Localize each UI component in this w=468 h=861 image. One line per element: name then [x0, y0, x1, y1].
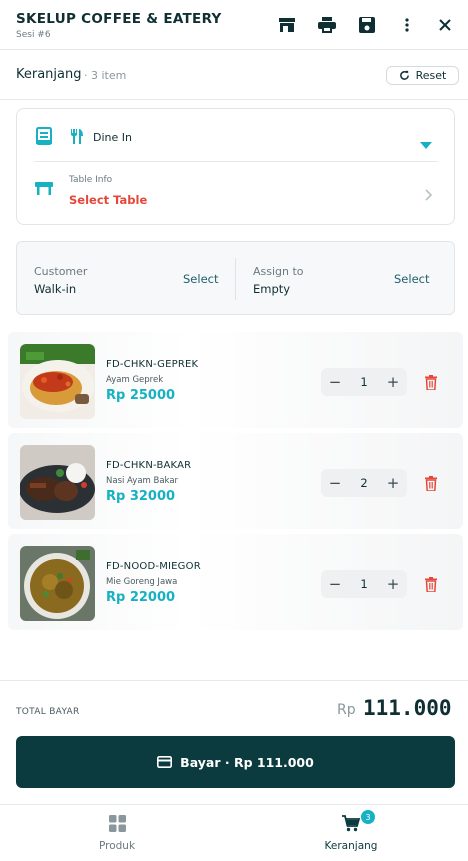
cart-item: FD-NOOD-MIEGOR Mie Goreng Jawa Rp 22000 …	[8, 534, 463, 630]
assign-to-value: Empty	[253, 282, 291, 296]
item-name: Ayam Geprek	[106, 375, 164, 385]
dine-type-label: Dine In	[93, 131, 132, 144]
cart-item: FD-CHKN-BAKAR Nasi Ayam Bakar Rp 32000 −…	[8, 433, 463, 529]
total-divider	[0, 680, 468, 681]
item-price: Rp 32000	[106, 489, 176, 504]
item-name: Mie Goreng Jawa	[106, 577, 178, 587]
cart-icon	[234, 815, 468, 835]
bottom-nav: Produk 3 Keranjang	[0, 804, 468, 861]
order-type-card: Dine In Table Info Select Table	[16, 108, 455, 225]
item-name: Nasi Ayam Bakar	[106, 476, 179, 486]
table-icon	[35, 180, 53, 200]
cart-item: FD-CHKN-GEPREK Ayam Geprek Rp 25000 − 1 …	[8, 332, 463, 428]
brand-title: SKELUP COFFEE & EATERY	[16, 11, 222, 27]
decrease-quantity-button[interactable]: −	[321, 469, 349, 497]
item-image	[20, 546, 95, 621]
quantity-stepper: − 1 +	[321, 368, 407, 396]
trash-icon[interactable]	[422, 372, 440, 392]
item-image	[20, 344, 95, 419]
decrease-quantity-button[interactable]: −	[321, 570, 349, 598]
save-icon[interactable]	[356, 14, 378, 36]
dine-type-dropdown[interactable]: Dine In	[17, 109, 454, 161]
item-quantity: 1	[360, 577, 368, 591]
nav-label-produk: Produk	[98, 840, 136, 852]
assign-to-label: Assign to	[253, 265, 304, 278]
receipt-icon	[36, 127, 52, 149]
trash-icon[interactable]	[422, 574, 440, 594]
nav-item-produk[interactable]: Produk	[0, 805, 234, 861]
assign-select-button[interactable]: Select	[394, 272, 429, 286]
item-sku: FD-NOOD-MIEGOR	[106, 561, 201, 572]
store-icon[interactable]	[276, 14, 298, 36]
credit-card-icon	[157, 756, 173, 768]
item-price: Rp 25000	[106, 388, 176, 403]
item-quantity: 2	[360, 476, 368, 490]
table-info-label: Table Info	[69, 175, 113, 185]
pay-button[interactable]: Bayar · Rp 111.000	[16, 736, 455, 788]
item-sku: FD-CHKN-BAKAR	[106, 460, 192, 471]
chevron-right-icon	[425, 186, 433, 205]
select-table-label: Select Table	[69, 193, 148, 207]
assign-divider	[235, 258, 236, 300]
close-icon[interactable]	[434, 14, 456, 36]
table-select-row[interactable]: Table Info Select Table	[17, 162, 454, 224]
customer-label: Customer	[34, 265, 88, 278]
increase-quantity-button[interactable]: +	[379, 570, 407, 598]
grid-icon	[0, 815, 234, 835]
item-price: Rp 22000	[106, 590, 176, 605]
reset-label: Reset	[415, 69, 447, 82]
session-label: Sesi #6	[16, 30, 51, 40]
app-header: SKELUP COFFEE & EATERY Sesi #6	[0, 0, 468, 50]
chevron-down-icon	[420, 134, 432, 153]
cart-badge: 3	[361, 810, 375, 824]
cart-item-count: · 3 item	[84, 69, 127, 82]
increase-quantity-button[interactable]: +	[379, 368, 407, 396]
item-quantity: 1	[360, 375, 368, 389]
quantity-stepper: − 1 +	[321, 570, 407, 598]
refresh-icon	[399, 70, 410, 81]
decrease-quantity-button[interactable]: −	[321, 368, 349, 396]
customer-select-button[interactable]: Select	[183, 272, 218, 286]
item-sku: FD-CHKN-GEPREK	[106, 359, 199, 370]
total-currency: Rp	[337, 702, 356, 718]
pay-button-label: Bayar · Rp 111.000	[180, 754, 314, 770]
printer-icon[interactable]	[316, 14, 338, 36]
nav-item-keranjang[interactable]: 3 Keranjang	[234, 805, 468, 861]
cart-title: Keranjang	[16, 67, 82, 82]
customer-value: Walk-in	[34, 282, 77, 296]
more-vertical-icon[interactable]	[396, 14, 418, 36]
quantity-stepper: − 2 +	[321, 469, 407, 497]
increase-quantity-button[interactable]: +	[379, 469, 407, 497]
item-image	[20, 445, 95, 520]
total-label: TOTAL BAYAR	[16, 707, 80, 717]
customer-assign-card: Customer Walk-in Select Assign to Empty …	[16, 241, 455, 315]
utensils-icon	[70, 129, 84, 148]
reset-button[interactable]: Reset	[386, 66, 459, 85]
cart-bar: Keranjang · 3 item Reset	[0, 50, 468, 100]
trash-icon[interactable]	[422, 473, 440, 493]
total-amount: 111.000	[363, 696, 452, 720]
nav-label-keranjang: Keranjang	[324, 840, 378, 852]
